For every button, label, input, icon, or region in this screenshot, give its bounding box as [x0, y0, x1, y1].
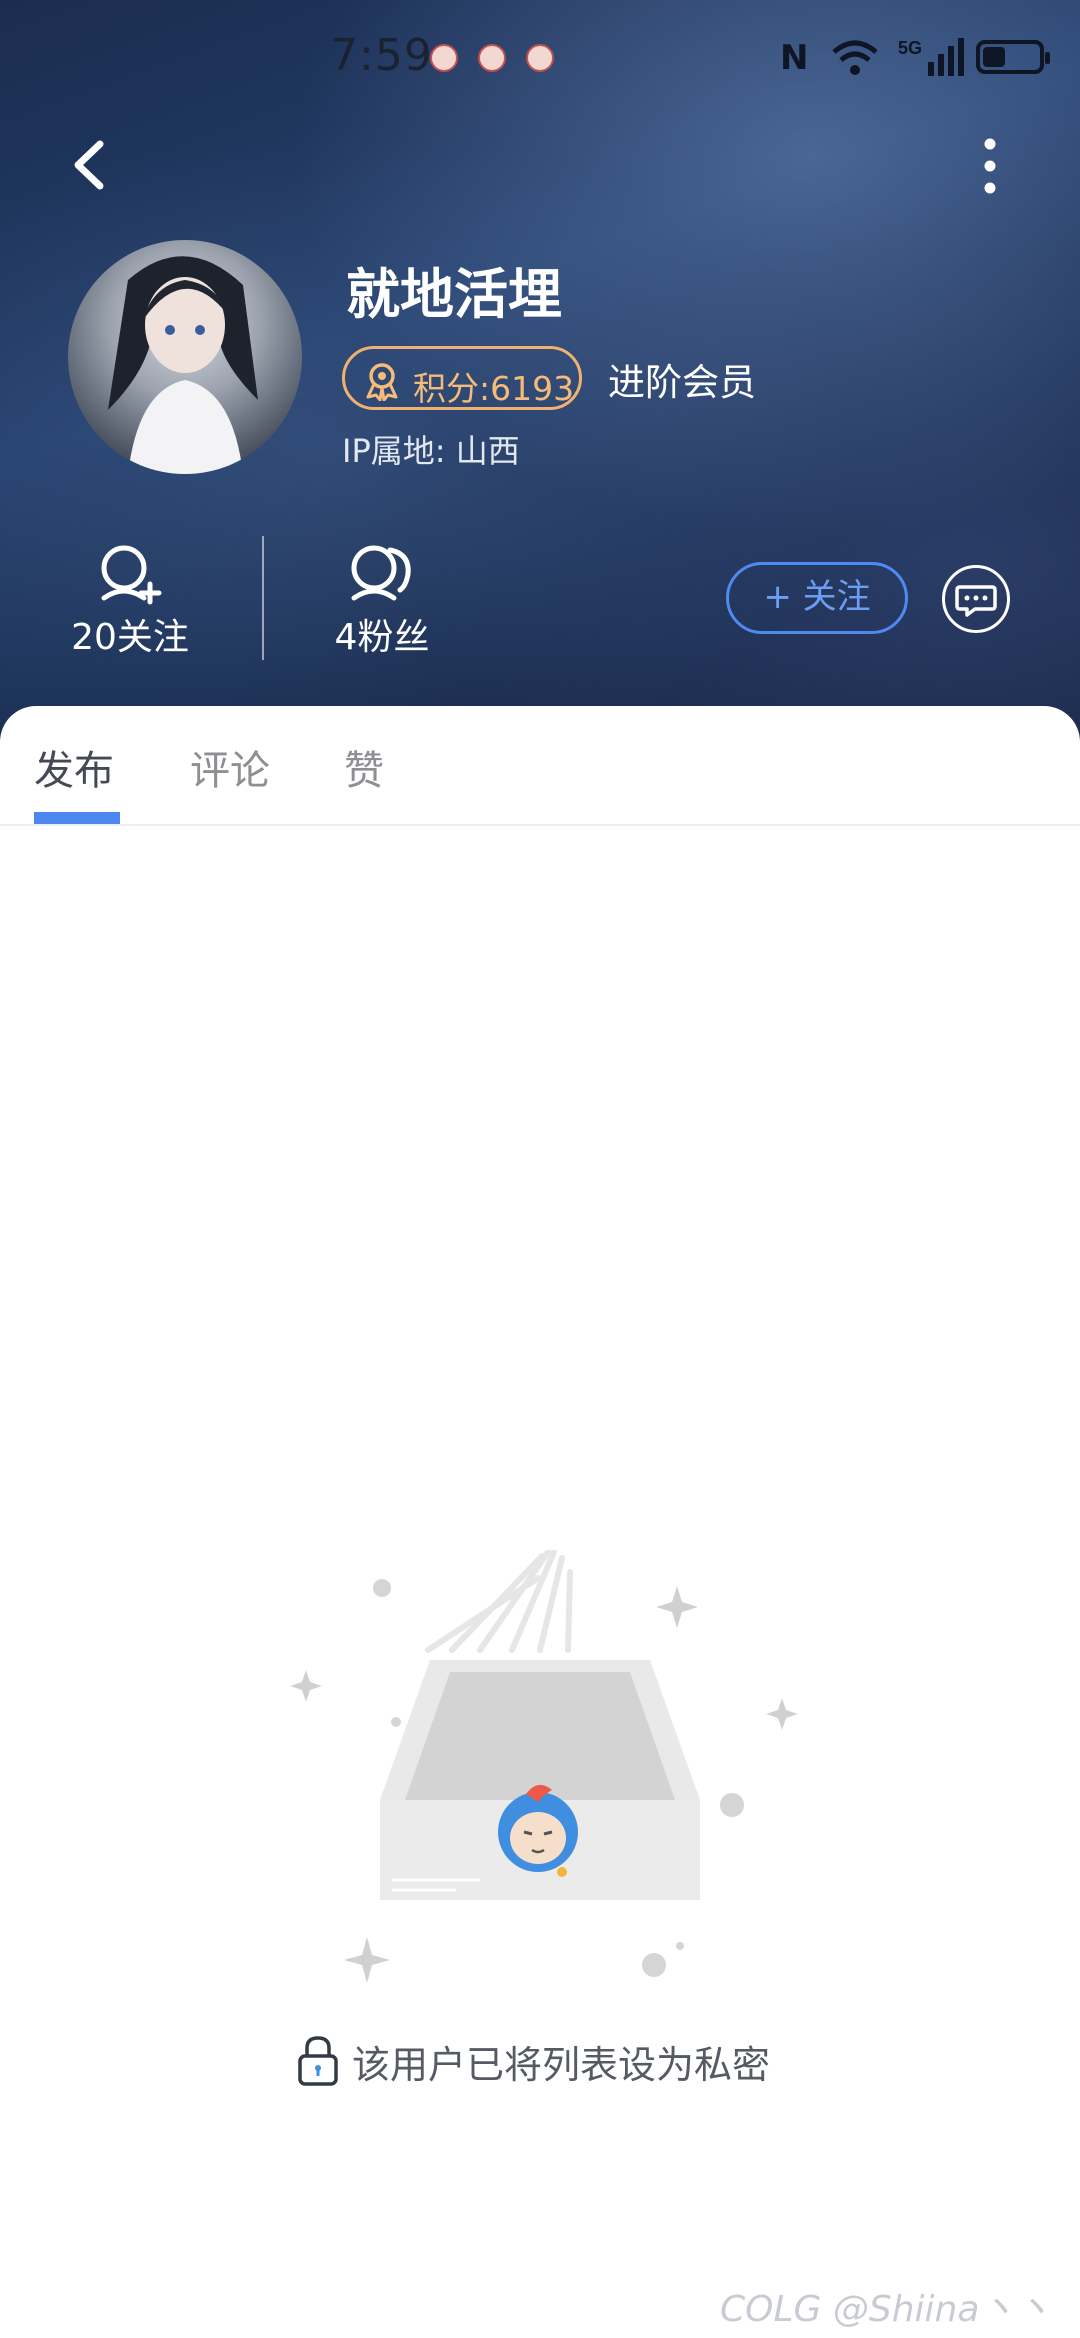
tab-bar-divider: [0, 824, 1080, 826]
status-time: 7:59: [330, 30, 433, 81]
content-sheet: 发布 评论 赞: [0, 706, 1080, 2338]
ip-location: IP属地: 山西: [342, 432, 520, 470]
message-button[interactable]: [942, 565, 1010, 633]
wifi-icon: [832, 40, 878, 75]
profile-header: 7:59 N 5G 就地活埋 积分:6193 进阶会员 IP属地: 山西 20关…: [0, 0, 1080, 760]
nfc-icon: N: [780, 38, 809, 78]
points-label: 积分:6193: [413, 369, 575, 408]
fans-stat[interactable]: 4粉丝: [272, 530, 492, 670]
tab-posts[interactable]: 发布: [34, 738, 114, 796]
member-level[interactable]: 进阶会员: [608, 352, 756, 406]
fans-label: 4粉丝: [334, 617, 430, 658]
following-icon: [101, 545, 162, 605]
lock-icon: [298, 2036, 338, 2086]
app-notification-icon: [526, 44, 554, 72]
empty-box-illustration: [290, 1550, 798, 1983]
active-tab-indicator: [34, 812, 120, 824]
battery-nub: [1045, 52, 1050, 64]
points-badge[interactable]: 积分:6193: [342, 346, 582, 410]
empty-state-message: 该用户已将列表设为私密: [352, 2043, 771, 2087]
following-stat[interactable]: 20关注: [20, 530, 240, 670]
watermark: COLG @Shiina丶丶: [720, 2289, 1052, 2330]
signal-type-label: 5G: [898, 38, 922, 58]
chat-bubble-icon: [955, 585, 997, 617]
tab-likes[interactable]: 赞: [344, 738, 384, 796]
battery-level: [983, 47, 1005, 67]
follow-button[interactable]: + 关注: [726, 562, 908, 634]
app-notification-icon: [478, 44, 506, 72]
cellular-signal-icon: 5G: [898, 38, 964, 76]
fans-icon: [351, 545, 411, 601]
medal-icon: [366, 363, 398, 401]
avatar[interactable]: [68, 240, 302, 474]
avatar-image: [108, 256, 258, 474]
username: 就地活埋: [346, 263, 562, 326]
stats-divider: [262, 536, 264, 660]
back-arrow-icon[interactable]: [60, 130, 120, 200]
status-icons: N 5G: [780, 36, 1050, 80]
battery-icon: [976, 40, 1050, 74]
status-bar: 7:59 N 5G: [0, 0, 1080, 120]
tab-comments[interactable]: 评论: [190, 738, 270, 796]
app-notification-icon: [430, 44, 458, 72]
following-label: 20关注: [71, 617, 189, 658]
more-options-icon[interactable]: [970, 130, 1010, 200]
